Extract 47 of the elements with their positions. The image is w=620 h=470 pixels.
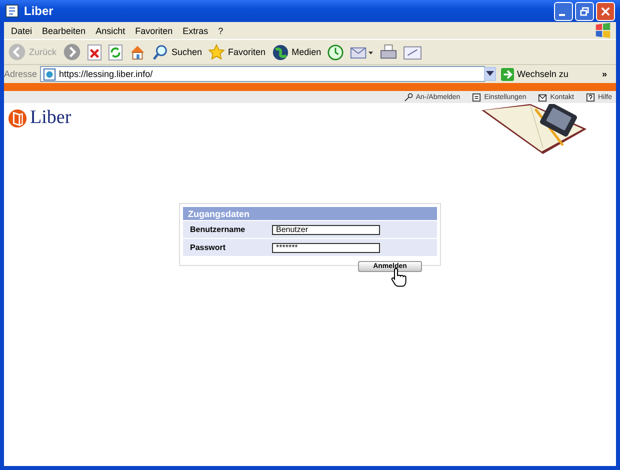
favorites-button[interactable]: Favoriten — [206, 41, 268, 63]
page-icon — [5, 4, 19, 18]
go-arrow-icon — [501, 68, 514, 80]
clock-icon — [327, 44, 344, 60]
book-icon — [8, 108, 27, 128]
panel-title: Zugangsdaten — [188, 208, 250, 218]
field-label: Passwort — [190, 243, 227, 252]
star-icon — [208, 44, 226, 60]
close-icon — [601, 6, 610, 16]
menu-item[interactable]: Datei — [6, 26, 38, 36]
window-title: Liber — [24, 4, 54, 18]
search-icon — [152, 44, 169, 60]
settings-icon — [472, 92, 482, 102]
liber-logo: Liber — [4, 103, 78, 129]
menu-item[interactable]: Favoriten — [130, 26, 178, 36]
maximize-button[interactable] — [575, 2, 594, 20]
dropdown-button[interactable] — [484, 67, 496, 81]
restore-icon — [580, 6, 589, 16]
menu-item[interactable]: Bearbeiten — [37, 26, 91, 36]
caret-icon — [486, 71, 494, 77]
menu-item[interactable]: ? — [213, 26, 228, 36]
search-button[interactable]: Suchen — [150, 41, 204, 63]
help-icon — [586, 92, 595, 102]
edit-icon — [403, 44, 422, 60]
menu-item[interactable]: Ansicht — [90, 26, 130, 36]
web-page-icon — [43, 68, 56, 80]
address-field[interactable]: https://lessing.liber.info/ — [40, 66, 485, 82]
windows-logo-icon — [594, 22, 612, 38]
refresh-icon — [108, 44, 123, 60]
close-button[interactable] — [596, 2, 615, 20]
minimize-icon — [559, 14, 565, 16]
chevron-icon: » — [602, 69, 616, 79]
input-field[interactable]: ******* — [272, 242, 380, 252]
stop-icon — [86, 44, 102, 60]
globe-icon — [272, 44, 289, 60]
field-label: Benutzername — [190, 225, 246, 234]
input-field[interactable]: Benutzer — [272, 224, 380, 234]
minimize-button[interactable] — [554, 2, 573, 20]
envelope-icon — [538, 92, 548, 102]
address-label: Adresse — [4, 69, 38, 79]
media-button[interactable]: Medien — [270, 41, 324, 63]
go-button[interactable]: Wechseln zu — [499, 68, 599, 80]
key-icon — [404, 92, 413, 102]
hand-cursor-icon — [391, 267, 407, 287]
menu-item[interactable]: Extras — [178, 26, 214, 36]
printer-icon — [380, 44, 398, 60]
home-icon — [128, 44, 146, 60]
